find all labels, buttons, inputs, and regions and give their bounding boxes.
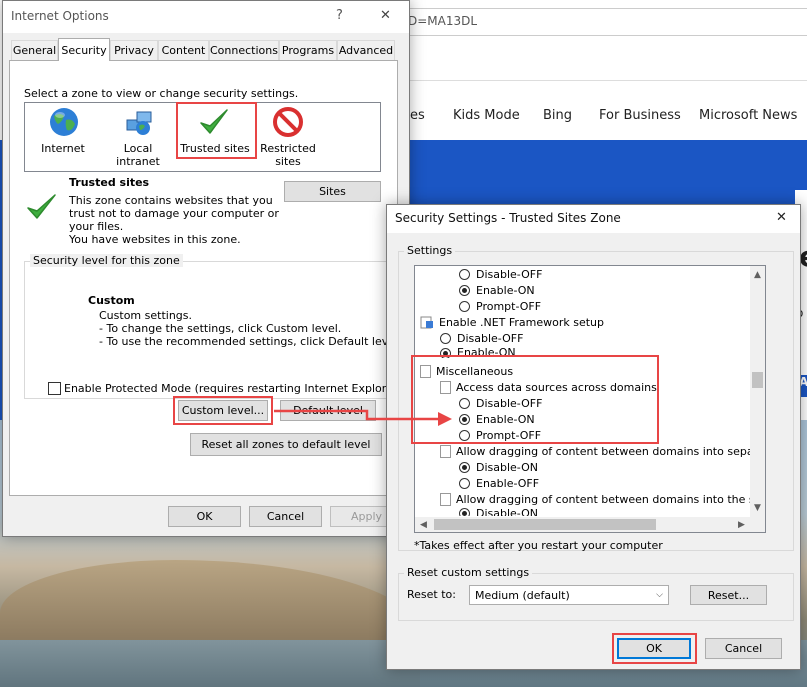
zone-local-intranet[interactable]: Local intranet xyxy=(102,142,174,168)
scrollbar-corner xyxy=(750,517,765,532)
protected-mode-label: Enable Protected Mode (requires restarti… xyxy=(64,382,402,395)
tab-programs[interactable]: Programs xyxy=(279,40,337,60)
tree-option[interactable]: Enable-OFF xyxy=(459,475,539,491)
tree-option-label: Prompt-OFF xyxy=(476,299,542,313)
tree-option-label: Enable-ON xyxy=(476,283,535,297)
tree-option[interactable]: Disable-ON xyxy=(459,459,538,475)
toolbar-divider xyxy=(408,80,807,81)
vertical-scrollbar[interactable] xyxy=(750,266,765,517)
scroll-up-icon[interactable]: ▲ xyxy=(750,266,765,283)
ok-button-highlight xyxy=(612,633,697,664)
close-button[interactable]: ✕ xyxy=(776,210,787,225)
scroll-down-icon[interactable]: ▼ xyxy=(750,499,765,516)
window-title: Security Settings - Trusted Sites Zone xyxy=(395,211,621,225)
window-title: Internet Options xyxy=(11,9,109,23)
local-intranet-icon xyxy=(126,111,152,135)
zone-desc-line: trust not to damage your computer or xyxy=(69,207,279,220)
tree-option-label: Enable-OFF xyxy=(476,476,540,490)
address-text: D=MA13DL xyxy=(408,14,478,28)
custom-desc-line: - To use the recommended settings, click… xyxy=(99,335,402,348)
tree-item: Allow dragging of content between domain… xyxy=(440,443,750,459)
cancel-button[interactable]: Cancel xyxy=(705,638,782,659)
reset-to-label: Reset to: xyxy=(407,588,456,601)
misc-setting-highlight xyxy=(411,355,659,444)
tree-heading: Enable .NET Framework setup xyxy=(420,314,604,330)
tree-heading-label: Enable .NET Framework setup xyxy=(439,315,605,329)
custom-title: Custom xyxy=(88,294,135,307)
help-button[interactable]: ? xyxy=(336,8,343,23)
zone-desc-line: your files. xyxy=(69,220,124,233)
tree-option[interactable]: Enable-ON xyxy=(459,282,535,298)
reset-all-zones-button[interactable]: Reset all zones to default level xyxy=(190,433,382,456)
custom-level-highlight xyxy=(173,396,273,425)
setting-icon xyxy=(440,492,451,506)
tree-item-label: Allow dragging of content between domain… xyxy=(456,492,750,506)
tab-privacy[interactable]: Privacy xyxy=(110,40,158,60)
trusted-sites-checkmark-icon xyxy=(27,194,56,219)
setting-icon xyxy=(440,444,451,458)
tree-option-label: Disable-ON xyxy=(476,507,538,516)
reset-custom-label: Reset custom settings xyxy=(404,566,533,579)
nav-link-bing[interactable]: Bing xyxy=(543,108,572,123)
close-button[interactable]: ✕ xyxy=(380,8,391,23)
restart-note: *Takes effect after you restart your com… xyxy=(414,539,663,552)
radio-button[interactable] xyxy=(459,461,470,473)
ok-button[interactable]: OK xyxy=(168,506,241,527)
chevron-down-icon: ⌵ xyxy=(656,590,663,600)
nav-link-kids-mode[interactable]: Kids Mode xyxy=(453,108,520,123)
dotnet-setup-icon xyxy=(420,316,433,329)
radio-button[interactable] xyxy=(459,268,470,280)
tab-security[interactable]: Security xyxy=(58,38,110,61)
tree-option-label: Disable-OFF xyxy=(476,267,543,281)
protected-mode-checkbox[interactable] xyxy=(48,382,61,395)
tree-item: Allow dragging of content between domain… xyxy=(440,491,750,507)
tree-option[interactable]: Prompt-OFF xyxy=(459,298,541,314)
tab-advanced[interactable]: Advanced xyxy=(337,40,395,60)
radio-button[interactable] xyxy=(459,284,470,296)
nav-link-microsoft-news[interactable]: Microsoft News xyxy=(699,108,797,123)
custom-desc-line: Custom settings. xyxy=(99,309,193,322)
reset-to-select[interactable]: Medium (default) ⌵ xyxy=(469,585,669,605)
custom-desc-line: - To change the settings, click Custom l… xyxy=(99,322,342,335)
tree-option-label: Disable-OFF xyxy=(457,331,524,345)
tree-item-label: Allow dragging of content between domain… xyxy=(456,444,750,458)
scrollbar-thumb[interactable] xyxy=(752,372,763,388)
sites-button[interactable]: Sites xyxy=(284,181,381,202)
zone-internet[interactable]: Internet xyxy=(33,142,93,155)
cancel-button[interactable]: Cancel xyxy=(249,506,322,527)
zone-desc-line: This zone contains websites that you xyxy=(69,194,273,207)
settings-label: Settings xyxy=(404,244,456,257)
radio-button[interactable] xyxy=(459,300,470,312)
tab-general[interactable]: General xyxy=(11,40,58,60)
tree-option-label: Disable-ON xyxy=(476,460,538,474)
nav-link-partial[interactable]: es xyxy=(410,108,425,123)
radio-button[interactable] xyxy=(459,508,470,516)
select-zone-text: Select a zone to view or change security… xyxy=(24,87,299,100)
reset-to-value: Medium (default) xyxy=(475,588,570,602)
security-level-label: Security level for this zone xyxy=(30,254,183,267)
scroll-left-icon[interactable]: ◀ xyxy=(415,517,432,532)
reset-button[interactable]: Reset... xyxy=(690,585,767,605)
radio-button[interactable] xyxy=(440,332,451,344)
scroll-right-icon[interactable]: ▶ xyxy=(733,517,750,532)
restricted-icon xyxy=(273,107,303,137)
default-level-button[interactable]: Default level xyxy=(280,400,376,421)
zone-restricted-sites[interactable]: Restricted sites xyxy=(258,142,318,168)
tree-option[interactable]: Disable-OFF xyxy=(459,266,542,282)
radio-button[interactable] xyxy=(459,477,470,489)
tab-connections[interactable]: Connections xyxy=(209,40,279,60)
tab-content[interactable]: Content xyxy=(158,40,209,60)
zone-desc-line: You have websites in this zone. xyxy=(69,233,241,246)
nav-link-for-business[interactable]: For Business xyxy=(599,108,681,123)
scrollbar-thumb[interactable] xyxy=(434,519,656,530)
globe-icon xyxy=(50,108,78,136)
zone-title: Trusted sites xyxy=(69,176,150,189)
tree-option[interactable]: Disable-ON xyxy=(459,507,538,516)
tree-option[interactable]: Disable-OFF xyxy=(440,330,523,346)
trusted-sites-highlight xyxy=(176,102,257,159)
